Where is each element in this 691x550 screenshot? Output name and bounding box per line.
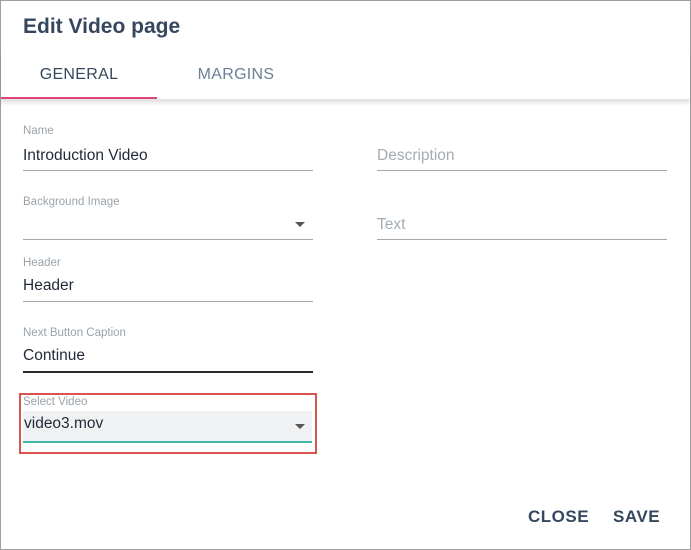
next-button-caption-input[interactable]: Continue (23, 347, 85, 365)
edit-video-dialog: Edit Video page GENERAL MARGINS Name Int… (0, 0, 691, 550)
description-input[interactable]: Description (377, 147, 455, 165)
select-video-value[interactable]: video3.mov (24, 415, 103, 433)
background-image-label: Background Image (23, 196, 120, 208)
active-tab-indicator (1, 97, 157, 99)
name-input[interactable]: Introduction Video (23, 147, 148, 165)
name-label: Name (23, 125, 54, 137)
text-field[interactable]: Text (377, 196, 667, 242)
name-field[interactable]: Name Introduction Video (23, 125, 313, 173)
select-video-label: Select Video (23, 396, 88, 408)
header-underline (23, 301, 313, 302)
tab-margins[interactable]: MARGINS (157, 51, 315, 99)
close-button[interactable]: CLOSE (528, 507, 589, 527)
next-button-caption-label: Next Button Caption (23, 327, 126, 339)
save-button[interactable]: SAVE (613, 507, 660, 527)
next-button-caption-underline (23, 371, 313, 373)
background-image-underline (23, 239, 313, 240)
next-button-caption-field[interactable]: Next Button Caption Continue (23, 327, 313, 374)
tab-bar: GENERAL MARGINS (1, 51, 690, 100)
tab-general[interactable]: GENERAL (1, 51, 157, 99)
description-field[interactable]: Description (377, 125, 667, 173)
description-underline (377, 170, 667, 171)
background-image-select[interactable]: Background Image (23, 196, 313, 242)
header-field[interactable]: Header Header (23, 257, 313, 303)
text-input[interactable]: Text (377, 216, 405, 234)
dialog-title: Edit Video page (23, 15, 181, 38)
caret-down-icon[interactable] (295, 424, 305, 429)
text-underline (377, 239, 667, 240)
header-input[interactable]: Header (23, 277, 74, 295)
select-video-select[interactable]: Select Video video3.mov (23, 396, 313, 444)
select-video-focus-underline (23, 441, 312, 443)
name-underline (23, 170, 313, 171)
caret-down-icon[interactable] (295, 222, 305, 227)
header-label: Header (23, 257, 61, 269)
